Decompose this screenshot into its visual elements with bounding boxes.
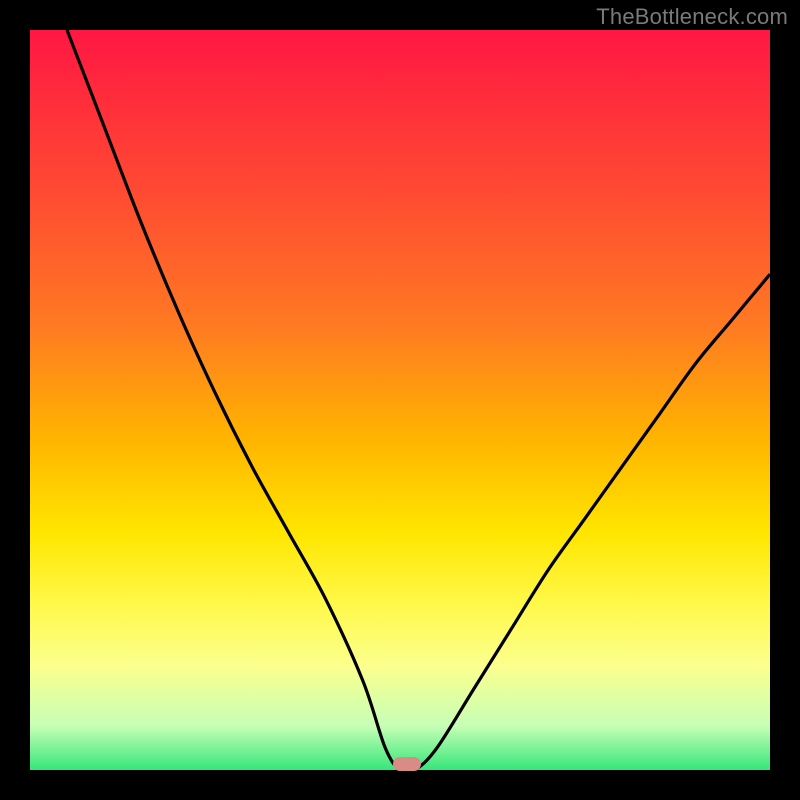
bottleneck-curve <box>30 30 770 770</box>
watermark-text: TheBottleneck.com <box>596 4 788 30</box>
optimal-marker <box>393 757 421 771</box>
curve-path <box>67 30 770 770</box>
chart-frame: TheBottleneck.com <box>0 0 800 800</box>
plot-area <box>30 30 770 770</box>
